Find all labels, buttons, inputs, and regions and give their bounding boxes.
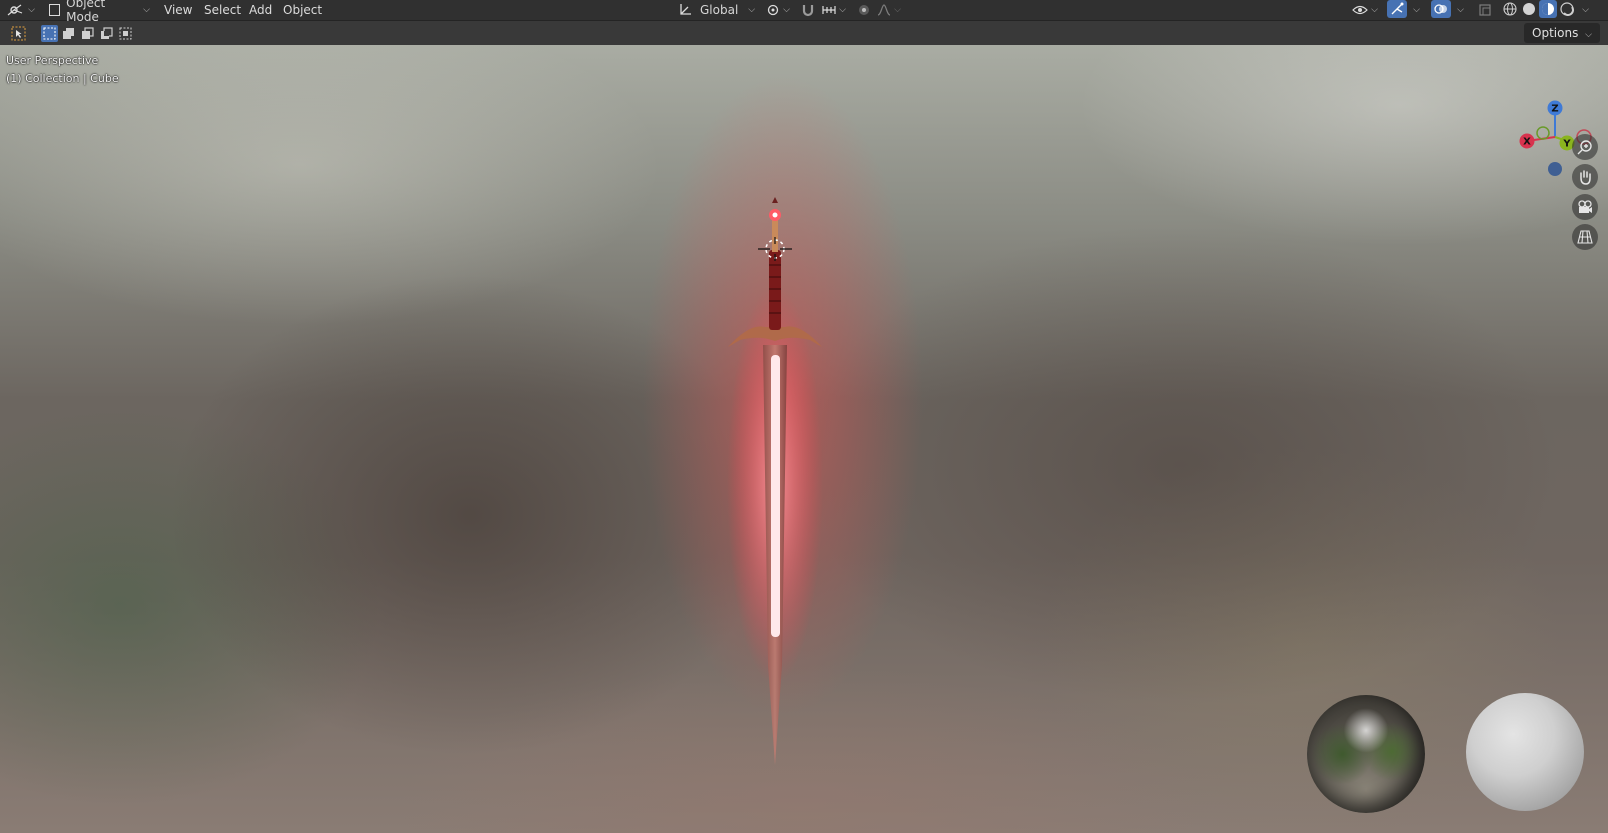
- chevron-down-icon: ⌵: [143, 5, 150, 15]
- pan-hand-icon: [1580, 170, 1591, 185]
- camera-view-icon: [1578, 200, 1592, 213]
- ortho-toggle-button[interactable]: [1572, 224, 1598, 250]
- gizmo-toggle-button[interactable]: [1387, 0, 1407, 18]
- zoom-button[interactable]: [1572, 134, 1598, 160]
- select-tool-icon: [11, 26, 26, 41]
- blade-core: [771, 355, 780, 637]
- gizmo-y-label: Y: [1562, 139, 1571, 150]
- chevron-down-icon: ⌵: [839, 5, 846, 15]
- zoom-icon: [1577, 140, 1592, 155]
- overlay-toggle-button[interactable]: [1431, 0, 1451, 18]
- tool-settings-header: Options ⌵: [0, 21, 1608, 45]
- menu-select[interactable]: Select: [204, 0, 241, 20]
- overlay-dropdown[interactable]: ⌵: [1453, 1, 1465, 19]
- menu-object[interactable]: Object: [283, 0, 322, 20]
- material-shading-icon: [1542, 3, 1554, 15]
- wireframe-shading-icon: [1503, 2, 1517, 16]
- 3d-viewport-icon: [7, 4, 23, 16]
- active-tool-button[interactable]: [10, 25, 27, 42]
- options-label: Options: [1532, 26, 1579, 40]
- gizmo-neg-z[interactable]: [1548, 162, 1562, 176]
- shading-wireframe-button[interactable]: [1501, 0, 1519, 18]
- transform-orientation-dropdown[interactable]: Global ⌵: [678, 1, 756, 19]
- mode-dropdown[interactable]: Object Mode ⌵: [46, 0, 150, 24]
- orientation-icon: [680, 4, 691, 15]
- gizmo-neg-y[interactable]: [1536, 126, 1550, 140]
- shading-rendered-button[interactable]: [1558, 0, 1576, 18]
- shading-material-button[interactable]: [1539, 0, 1557, 18]
- object-mode-icon: [49, 4, 61, 16]
- camera-view-button[interactable]: [1572, 194, 1598, 220]
- select-mode-set[interactable]: [41, 25, 58, 42]
- pommel-rod: [772, 220, 778, 252]
- chevron-down-icon: ⌵: [1582, 5, 1589, 15]
- sword-object[interactable]: [720, 195, 830, 775]
- view-name-label: User Perspective: [6, 54, 99, 67]
- gizmo-z-label: Z: [1551, 104, 1558, 115]
- falloff-dropdown[interactable]: ⌵: [876, 1, 902, 19]
- visibility-dropdown[interactable]: ⌵: [1350, 1, 1380, 19]
- chevron-down-icon: ⌵: [748, 5, 756, 15]
- xray-toggle[interactable]: [1476, 1, 1494, 19]
- select-difference-icon: [101, 27, 113, 39]
- chevron-down-icon: ⌵: [1413, 5, 1420, 15]
- pivot-point-icon: [767, 4, 779, 16]
- options-dropdown[interactable]: Options ⌵: [1524, 23, 1600, 43]
- chevron-down-icon: ⌵: [783, 5, 790, 15]
- select-mode-subtract[interactable]: [79, 25, 96, 42]
- select-subtract-icon: [82, 27, 94, 39]
- chevron-down-icon: ⌵: [1585, 30, 1592, 40]
- select-intersect-icon: [119, 27, 132, 40]
- xray-icon: [1479, 4, 1491, 16]
- overlay-toggle-icon: [1434, 4, 1447, 14]
- menu-view[interactable]: View: [164, 0, 192, 20]
- snap-magnet-icon: [802, 5, 814, 17]
- proportional-edit-icon: [859, 5, 869, 15]
- editor-type-dropdown[interactable]: ⌵: [6, 1, 36, 19]
- pan-button[interactable]: [1572, 164, 1598, 190]
- chevron-down-icon: ⌵: [894, 5, 901, 15]
- gizmo-x-label: X: [1523, 137, 1531, 148]
- gizmo-toggle-icon: [1391, 2, 1404, 15]
- select-mode-extend[interactable]: [60, 25, 77, 42]
- shading-solid-button[interactable]: [1520, 0, 1538, 18]
- shading-dropdown[interactable]: ⌵: [1578, 1, 1590, 19]
- proportional-edit-toggle[interactable]: [854, 1, 874, 19]
- hdri-preview-sphere: [1307, 695, 1425, 813]
- snap-toggle[interactable]: [798, 1, 818, 19]
- visibility-eye-icon: [1352, 5, 1368, 15]
- select-set-icon: [43, 27, 56, 40]
- chevron-down-icon: ⌵: [28, 5, 35, 15]
- viewport-header: ⌵ Object Mode ⌵ View Select Add Object G…: [0, 0, 1608, 24]
- solid-shading-icon: [1523, 3, 1535, 15]
- chevron-down-icon: ⌵: [1371, 5, 1378, 15]
- grip: [769, 250, 781, 330]
- collection-info-label: (1) Collection | Cube: [6, 72, 119, 85]
- gizmo-dropdown[interactable]: ⌵: [1409, 1, 1421, 19]
- menu-add[interactable]: Add: [249, 0, 272, 20]
- snap-increment-icon: [822, 6, 836, 14]
- select-extend-icon: [63, 28, 74, 39]
- ortho-grid-icon: [1577, 230, 1593, 244]
- falloff-curve-icon: [877, 4, 891, 16]
- pivot-point-dropdown[interactable]: ⌵: [764, 1, 792, 19]
- rendered-shading-icon: [1560, 2, 1574, 16]
- select-mode-difference[interactable]: [98, 25, 115, 42]
- snap-target-dropdown[interactable]: ⌵: [820, 1, 848, 19]
- 3d-viewport[interactable]: User Perspective (1) Collection | Cube Z…: [0, 45, 1608, 833]
- orientation-label: Global: [700, 3, 739, 17]
- material-preview-sphere: [1466, 693, 1584, 811]
- chevron-down-icon: ⌵: [1457, 5, 1464, 15]
- select-mode-intersect[interactable]: [117, 25, 134, 42]
